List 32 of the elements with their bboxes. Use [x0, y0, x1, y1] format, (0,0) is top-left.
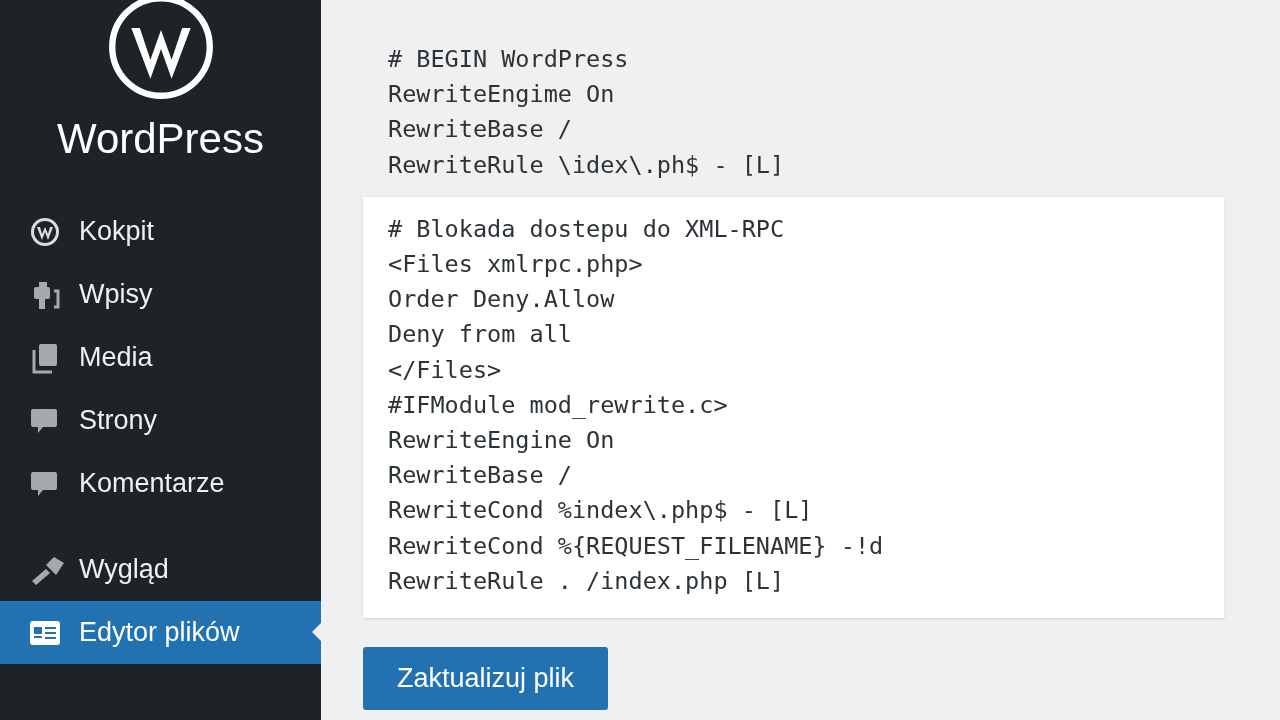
- wordpress-logo-icon: [107, 0, 214, 100]
- media-icon: [30, 341, 60, 374]
- wordpress-icon: [30, 216, 60, 247]
- code-line: # BEGIN WordPress: [388, 44, 630, 75]
- code-line: RewriteCond %{REQUEST_FILENAME} -!d: [388, 530, 885, 562]
- code-line: RewriteCond %index\.php$ - [L]: [388, 495, 814, 527]
- code-line: <Files xmlrpc.php>: [388, 249, 644, 280]
- code-line: RewriteBase /: [388, 460, 573, 492]
- menu-item[interactable]: Media: [0, 326, 321, 389]
- menu-item[interactable]: Edytor plików: [0, 601, 321, 664]
- code-line: RewriteBase /: [388, 114, 573, 146]
- menu-item[interactable]: Wygląd: [0, 538, 321, 601]
- code-line: #IFModule mod_rewrite.c>: [388, 389, 729, 421]
- menu-item[interactable]: Wpisy: [0, 263, 321, 326]
- speech-bubble-icon: [30, 469, 58, 498]
- menu-item[interactable]: Kokpit: [0, 200, 321, 263]
- brush-icon: [30, 554, 66, 585]
- code-line: # Blokada dostepu do XML-RPC: [388, 213, 786, 245]
- code-line: </Files>: [388, 354, 503, 386]
- speech-bubble-icon: [30, 406, 58, 435]
- code-line: Deny from all: [388, 319, 573, 351]
- code-line: RewriteRule \idex\.ph$ - [L]: [388, 149, 786, 181]
- code-line: Order Deny.Allow: [388, 284, 616, 316]
- current-indicator-icon: [312, 623, 321, 641]
- id-card-icon: [30, 620, 60, 645]
- update-file-button[interactable]: Zaktualizuj plik: [363, 647, 608, 711]
- menu-item[interactable]: Strony: [0, 389, 321, 452]
- menu-item[interactable]: Komentarze: [0, 452, 321, 515]
- code-line: RewriteRule . /index.php [L]: [388, 565, 786, 597]
- code-line: RewriteEngine On: [388, 425, 616, 457]
- code-line: RewriteEngime On: [388, 79, 616, 111]
- brand-name: WordPress: [56, 118, 265, 160]
